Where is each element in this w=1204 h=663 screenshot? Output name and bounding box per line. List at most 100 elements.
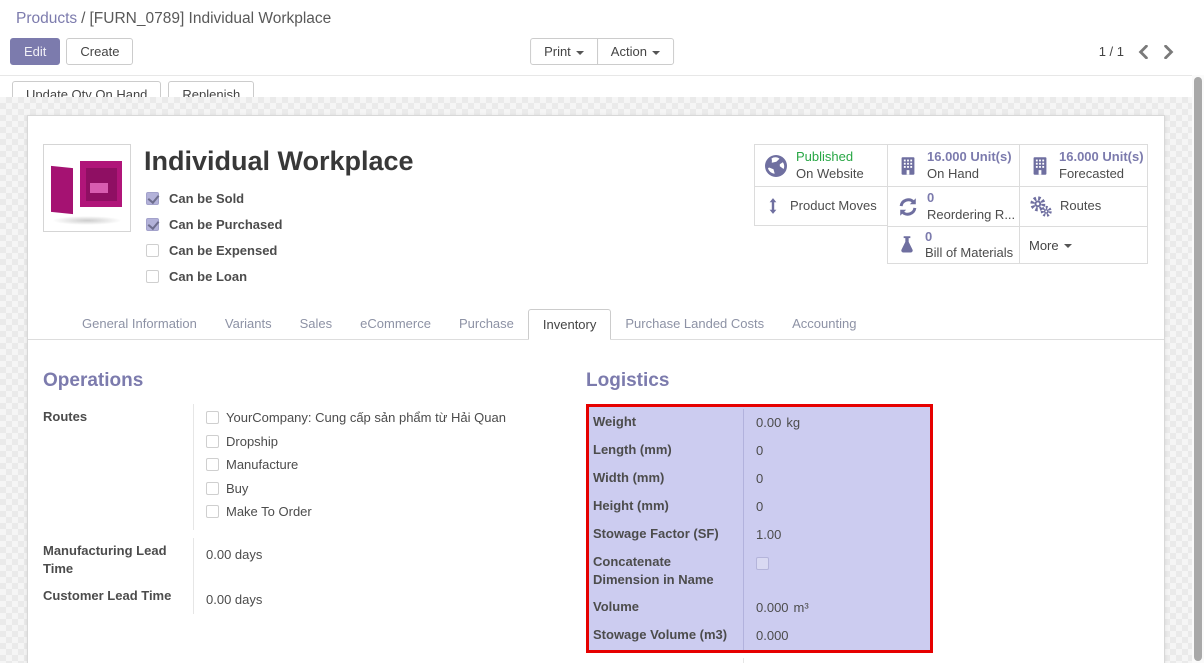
flag-label: Can be Purchased: [169, 217, 282, 232]
width-row: Width (mm) 0: [589, 465, 930, 493]
form-view-background: Individual Workplace Can be Sold Can be …: [0, 97, 1192, 663]
tab-ecommerce[interactable]: eCommerce: [346, 309, 445, 340]
action-dropdown-button[interactable]: Action: [597, 38, 674, 65]
width-value: 0: [743, 465, 930, 493]
stat-routes[interactable]: Routes: [1019, 186, 1148, 226]
height-row: Height (mm) 0: [589, 493, 930, 521]
routes-field-row: Routes YourCompany: Cung cấp sản phẩm từ…: [43, 404, 559, 530]
chevron-left-icon[interactable]: [1138, 45, 1149, 59]
tab-general-information[interactable]: General Information: [68, 309, 211, 340]
refresh-icon: [897, 196, 919, 218]
flag-label: Can be Loan: [169, 269, 247, 284]
concatenate-dimension-checkbox[interactable]: [756, 557, 769, 570]
more-dropdown-button[interactable]: More: [1019, 226, 1148, 264]
route-option: Dropship: [206, 432, 559, 452]
breadcrumb-products-link[interactable]: Products: [16, 10, 77, 27]
customer-lead-time-row: Customer Lead Time 0.00 days: [43, 583, 559, 614]
stat-forecasted[interactable]: 16.000 Unit(s) Forecasted: [1019, 144, 1148, 186]
stat-bill-of-materials[interactable]: 0 Bill of Materials: [887, 226, 1019, 264]
form-sheet: Individual Workplace Can be Sold Can be …: [27, 115, 1165, 663]
height-label: Height (mm): [589, 493, 743, 521]
print-dropdown-button[interactable]: Print: [530, 38, 598, 65]
tab-inventory[interactable]: Inventory: [528, 309, 611, 340]
length-row: Length (mm) 0: [589, 437, 930, 465]
published-status: Published: [796, 149, 864, 165]
create-button[interactable]: Create: [66, 38, 133, 65]
stowage-factor-row: Stowage Factor (SF) 1.00: [589, 521, 930, 549]
building-icon: [897, 155, 919, 177]
control-panel: Products/[FURN_0789] Individual Workplac…: [0, 0, 1204, 76]
tab-purchase[interactable]: Purchase: [445, 309, 528, 340]
flask-icon: [897, 234, 917, 256]
height-value: 0: [743, 493, 930, 521]
weight-row: Weight 0.00kg: [589, 407, 930, 437]
building-icon: [1029, 155, 1051, 177]
breadcrumb-separator: /: [81, 10, 85, 27]
operations-heading: Operations: [43, 370, 559, 392]
caret-down-icon: [576, 51, 584, 55]
operations-group: Operations Routes YourCompany: Cung cấp …: [43, 340, 559, 663]
stowage-factor-value: 1.00: [743, 521, 930, 549]
route-option: Buy: [206, 479, 559, 499]
inventory-tab-content: Operations Routes YourCompany: Cung cấp …: [28, 340, 1164, 663]
route-option: Manufacture: [206, 455, 559, 475]
flag-can-be-expensed: Can be Expensed: [146, 243, 754, 258]
stat-button-grid: Published On Website: [754, 144, 1148, 264]
route-option: Make To Order: [206, 502, 559, 522]
manufacturing-lead-time-value: 0.00 days: [193, 538, 559, 584]
weight-value: 0.00kg: [743, 409, 930, 437]
route-dropship-checkbox[interactable]: [206, 435, 219, 448]
product-image-shape: [52, 216, 122, 225]
weight-label: Weight: [589, 409, 743, 437]
tab-purchase-landed-costs[interactable]: Purchase Landed Costs: [611, 309, 778, 340]
flag-label: Can be Sold: [169, 191, 244, 206]
arrows-v-icon: [764, 195, 782, 217]
can-be-loan-checkbox[interactable]: [146, 270, 159, 283]
route-make-to-order-checkbox[interactable]: [206, 505, 219, 518]
caret-down-icon: [1064, 244, 1072, 248]
volume-row: Volume 0.000m³: [589, 594, 930, 622]
control-panel-buttons: Edit Create Print Action 1 / 1: [0, 30, 1204, 75]
sheet-header: Individual Workplace Can be Sold Can be …: [28, 116, 1164, 295]
can-be-expensed-checkbox[interactable]: [146, 244, 159, 257]
length-value: 0: [743, 437, 930, 465]
flag-can-be-loan: Can be Loan: [146, 269, 754, 284]
stat-reordering-rules[interactable]: 0 Reordering R...: [887, 186, 1019, 226]
responsible-label: Responsible: [586, 658, 743, 663]
stowage-factor-label: Stowage Factor (SF): [589, 521, 743, 549]
notebook-tabs: General Information Variants Sales eComm…: [28, 309, 1164, 340]
route-buy-checkbox[interactable]: [206, 482, 219, 495]
route-manufacture-checkbox[interactable]: [206, 458, 219, 471]
routes-options: YourCompany: Cung cấp sản phẩm từ Hải Qu…: [193, 404, 559, 530]
scrollbar-thumb[interactable]: [1194, 77, 1202, 661]
volume-label: Volume: [589, 594, 743, 622]
product-title: Individual Workplace: [144, 146, 754, 177]
flag-can-be-sold: Can be Sold: [146, 191, 754, 206]
edit-button[interactable]: Edit: [10, 38, 60, 65]
tab-accounting[interactable]: Accounting: [778, 309, 870, 340]
stowage-volume-row: Stowage Volume (m3) 0.000: [589, 622, 930, 650]
odoo-product-form-screen: Products/[FURN_0789] Individual Workplac…: [0, 0, 1204, 663]
route-yourcompany-checkbox[interactable]: [206, 411, 219, 424]
route-option: YourCompany: Cung cấp sản phẩm từ Hải Qu…: [206, 408, 559, 428]
tab-sales[interactable]: Sales: [286, 309, 347, 340]
stat-product-moves[interactable]: Product Moves: [754, 186, 887, 226]
stowage-volume-value: 0.000: [743, 622, 930, 650]
chevron-right-icon[interactable]: [1163, 45, 1174, 59]
flag-can-be-purchased: Can be Purchased: [146, 217, 754, 232]
responsible-row: Responsible OdooBot: [586, 658, 933, 663]
width-label: Width (mm): [589, 465, 743, 493]
tab-variants[interactable]: Variants: [211, 309, 286, 340]
breadcrumb: Products/[FURN_0789] Individual Workplac…: [0, 0, 1204, 30]
caret-down-icon: [652, 51, 660, 55]
can-be-purchased-checkbox[interactable]: [146, 218, 159, 231]
concatenate-dimension-label: Concatenate Dimension in Name: [589, 549, 743, 595]
scrollbar: [1192, 75, 1204, 663]
can-be-sold-checkbox[interactable]: [146, 192, 159, 205]
product-image-shape: [51, 166, 73, 214]
pager: 1 / 1: [1099, 44, 1188, 59]
weight-unit: kg: [786, 415, 800, 430]
stat-on-hand[interactable]: 16.000 Unit(s) On Hand: [887, 144, 1019, 186]
stat-published-on-website[interactable]: Published On Website: [754, 144, 887, 186]
logistics-heading: Logistics: [586, 370, 933, 392]
